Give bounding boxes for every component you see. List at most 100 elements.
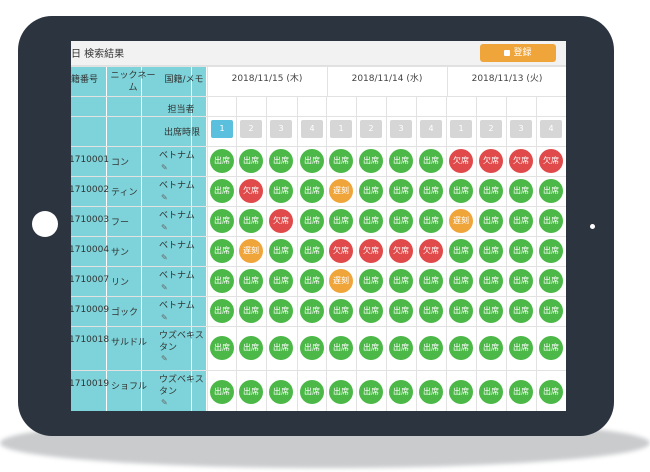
attendance-status[interactable]: 出席 — [359, 380, 383, 404]
period-button[interactable]: 3 — [510, 120, 532, 138]
period-button[interactable]: 4 — [301, 120, 323, 138]
period-button[interactable]: 3 — [270, 120, 292, 138]
attendance-status[interactable]: 遅刻 — [449, 209, 473, 233]
attendance-status[interactable]: 出席 — [509, 239, 533, 263]
attendance-status[interactable]: 出席 — [359, 299, 383, 323]
attendance-status[interactable]: 欠席 — [509, 149, 533, 173]
attendance-status[interactable]: 出席 — [419, 149, 443, 173]
attendance-status[interactable]: 出席 — [509, 209, 533, 233]
attendance-status[interactable]: 出席 — [300, 149, 324, 173]
attendance-status[interactable]: 出席 — [300, 239, 324, 263]
attendance-status[interactable]: 出席 — [329, 380, 353, 404]
pencil-icon[interactable]: ✎ — [161, 223, 168, 232]
attendance-status[interactable]: 出席 — [359, 336, 383, 360]
attendance-status[interactable]: 出席 — [359, 269, 383, 293]
attendance-status[interactable]: 出席 — [239, 380, 263, 404]
attendance-status[interactable]: 欠席 — [239, 179, 263, 203]
attendance-status[interactable]: 出席 — [239, 269, 263, 293]
attendance-status[interactable]: 出席 — [419, 336, 443, 360]
attendance-status[interactable]: 出席 — [539, 179, 563, 203]
attendance-status[interactable]: 出席 — [210, 380, 234, 404]
attendance-status[interactable]: 出席 — [419, 380, 443, 404]
attendance-status[interactable]: 出席 — [300, 336, 324, 360]
period-button[interactable]: 2 — [480, 120, 502, 138]
attendance-status[interactable]: 出席 — [449, 179, 473, 203]
attendance-status[interactable]: 出席 — [269, 149, 293, 173]
attendance-status[interactable]: 出席 — [269, 380, 293, 404]
pencil-icon[interactable]: ✎ — [161, 193, 168, 202]
attendance-status[interactable]: 出席 — [389, 269, 413, 293]
attendance-status[interactable]: 出席 — [210, 269, 234, 293]
attendance-status[interactable]: 出席 — [359, 209, 383, 233]
attendance-status[interactable]: 出席 — [419, 209, 443, 233]
period-button[interactable]: 2 — [240, 120, 262, 138]
pencil-icon[interactable]: ✎ — [161, 253, 168, 262]
attendance-status[interactable]: 出席 — [210, 239, 234, 263]
attendance-status[interactable]: 出席 — [300, 380, 324, 404]
attendance-status[interactable]: 出席 — [389, 336, 413, 360]
attendance-status[interactable]: 出席 — [389, 380, 413, 404]
attendance-status[interactable]: 出席 — [539, 269, 563, 293]
pencil-icon[interactable]: ✎ — [161, 283, 168, 292]
attendance-status[interactable]: 出席 — [210, 336, 234, 360]
attendance-status[interactable]: 出席 — [359, 179, 383, 203]
attendance-status[interactable]: 出席 — [329, 336, 353, 360]
attendance-status[interactable]: 出席 — [479, 239, 503, 263]
pencil-icon[interactable]: ✎ — [161, 398, 168, 407]
attendance-status[interactable]: 出席 — [479, 269, 503, 293]
attendance-status[interactable]: 出席 — [509, 299, 533, 323]
attendance-status[interactable]: 出席 — [479, 336, 503, 360]
period-button[interactable]: 2 — [360, 120, 382, 138]
attendance-status[interactable]: 出席 — [449, 299, 473, 323]
period-button[interactable]: 4 — [540, 120, 562, 138]
attendance-status[interactable]: 出席 — [389, 149, 413, 173]
attendance-status[interactable]: 出席 — [479, 179, 503, 203]
attendance-status[interactable]: 出席 — [210, 209, 234, 233]
attendance-status[interactable]: 欠席 — [419, 239, 443, 263]
register-button[interactable]: 登録 — [480, 44, 556, 62]
attendance-status[interactable]: 出席 — [419, 179, 443, 203]
attendance-status[interactable]: 出席 — [509, 380, 533, 404]
attendance-status[interactable]: 欠席 — [539, 149, 563, 173]
period-button[interactable]: 1 — [330, 120, 352, 138]
attendance-status[interactable]: 出席 — [210, 299, 234, 323]
attendance-status[interactable]: 出席 — [479, 209, 503, 233]
period-button[interactable]: 3 — [390, 120, 412, 138]
period-button[interactable]: 4 — [420, 120, 442, 138]
attendance-status[interactable]: 出席 — [300, 269, 324, 293]
attendance-status[interactable]: 出席 — [300, 209, 324, 233]
attendance-status[interactable]: 出席 — [210, 179, 234, 203]
attendance-status[interactable]: 出席 — [239, 336, 263, 360]
attendance-status[interactable]: 出席 — [239, 149, 263, 173]
attendance-status[interactable]: 出席 — [329, 149, 353, 173]
attendance-status[interactable]: 出席 — [419, 269, 443, 293]
attendance-status[interactable]: 出席 — [479, 380, 503, 404]
pencil-icon[interactable]: ✎ — [161, 354, 168, 363]
attendance-status[interactable]: 出席 — [210, 149, 234, 173]
attendance-status[interactable]: 出席 — [269, 336, 293, 360]
attendance-status[interactable]: 出席 — [359, 149, 383, 173]
attendance-status[interactable]: 出席 — [539, 239, 563, 263]
attendance-status[interactable]: 出席 — [449, 269, 473, 293]
attendance-status[interactable]: 出席 — [539, 380, 563, 404]
attendance-status[interactable]: 出席 — [479, 299, 503, 323]
attendance-status[interactable]: 出席 — [300, 299, 324, 323]
attendance-status[interactable]: 出席 — [329, 209, 353, 233]
pencil-icon[interactable]: ✎ — [161, 163, 168, 172]
attendance-status[interactable]: 遅刻 — [329, 269, 353, 293]
attendance-status[interactable]: 出席 — [539, 209, 563, 233]
attendance-status[interactable]: 出席 — [329, 299, 353, 323]
attendance-status[interactable]: 出席 — [539, 299, 563, 323]
attendance-status[interactable]: 遅刻 — [329, 179, 353, 203]
attendance-status[interactable]: 出席 — [389, 209, 413, 233]
attendance-status[interactable]: 出席 — [419, 299, 443, 323]
attendance-status[interactable]: 出席 — [509, 336, 533, 360]
attendance-status[interactable]: 欠席 — [479, 149, 503, 173]
attendance-status[interactable]: 出席 — [269, 269, 293, 293]
attendance-status[interactable]: 出席 — [449, 380, 473, 404]
attendance-status[interactable]: 欠席 — [329, 239, 353, 263]
attendance-status[interactable]: 出席 — [449, 336, 473, 360]
period-button[interactable]: 1 — [211, 120, 233, 138]
attendance-status[interactable]: 欠席 — [269, 209, 293, 233]
attendance-status[interactable]: 出席 — [449, 239, 473, 263]
